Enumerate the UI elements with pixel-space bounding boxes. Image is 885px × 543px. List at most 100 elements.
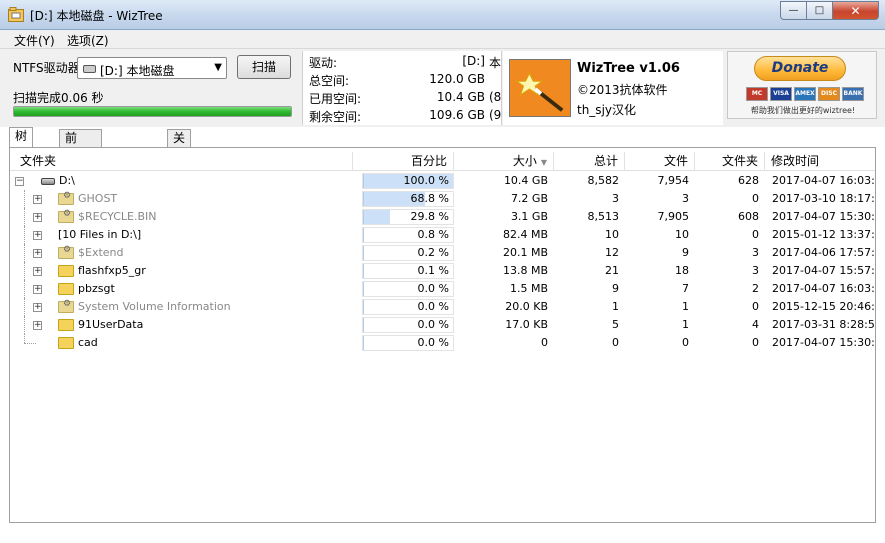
percent-text: 0.2 %	[417, 246, 449, 259]
folder-tree-grid[interactable]: 文件夹 百分比 大小 ▼ 总计 文件 文件夹 修改时间 − D:\ 100.0 % 10…	[9, 148, 876, 523]
percent-text: 0.1 %	[417, 264, 449, 277]
folder-icon	[58, 283, 74, 295]
row-modified: 2017-04-07 16:03:2	[772, 282, 876, 295]
expand-icon[interactable]: +	[33, 249, 42, 258]
row-files: 0	[682, 336, 689, 349]
column-header-folders[interactable]: 文件夹	[695, 152, 765, 171]
collapse-icon[interactable]: −	[15, 177, 24, 186]
info-total-value: 120.0 GB	[429, 72, 485, 86]
percent-text: 68.8 %	[410, 192, 449, 205]
row-files: 1	[682, 318, 689, 331]
row-total: 9	[612, 282, 619, 295]
row-name: $Extend	[78, 246, 124, 259]
row-size: 20.0 KB	[505, 300, 548, 313]
info-drive-extra: 本	[489, 56, 502, 70]
app-name: WizTree v1.06	[577, 61, 680, 76]
row-files: 7	[682, 282, 689, 295]
table-row[interactable]: + GHOST 68.8 % 7.2 GB 3 3 0 2017-03-10 18:17:4	[10, 190, 876, 208]
scan-status: 扫描完成0.06 秒	[13, 91, 104, 105]
percent-text: 29.8 %	[410, 210, 449, 223]
about-panel: WizTree v1.06 ©2013抗体软件 th_sjy汉化	[503, 51, 723, 125]
info-used-key: 已用空间:	[309, 92, 362, 106]
close-button[interactable]: ✕	[833, 1, 879, 20]
table-row[interactable]: + pbzsgt 0.0 % 1.5 MB 9 7 2 2017-04-07 16:03:2	[10, 280, 876, 298]
donate-button[interactable]: Donate	[754, 56, 846, 81]
wizard-wand-logo-icon	[509, 59, 571, 117]
row-total: 10	[605, 228, 619, 241]
menu-file[interactable]: 文件(Y)	[14, 32, 55, 49]
row-folders: 3	[752, 246, 759, 259]
row-size: 82.4 MB	[502, 228, 548, 241]
row-total: 5	[612, 318, 619, 331]
tree-line	[24, 316, 25, 334]
row-percent: 0.0 %	[362, 280, 454, 298]
percent-text: 0.0 %	[417, 300, 449, 313]
payment-card-icon: VISA	[770, 87, 792, 101]
expand-icon[interactable]: +	[33, 321, 42, 330]
column-header-files[interactable]: 文件	[625, 152, 695, 171]
payment-card-icon: BANK	[842, 87, 864, 101]
tree-line	[24, 298, 25, 316]
drive-select[interactable]: [D:] 本地磁盘 ▼	[77, 57, 227, 79]
tree-line	[24, 334, 25, 343]
row-size: 7.2 GB	[510, 192, 548, 205]
column-header-folder[interactable]: 文件夹	[14, 152, 353, 171]
row-modified: 2017-04-07 16:03:2	[772, 174, 876, 187]
row-folders: 608	[738, 210, 759, 223]
copyright: ©2013抗体软件	[577, 83, 668, 97]
column-header-total[interactable]: 总计	[554, 152, 625, 171]
dropdown-arrow-icon[interactable]: ▼	[214, 62, 222, 73]
expand-icon[interactable]: +	[33, 195, 42, 204]
expand-icon[interactable]: +	[33, 213, 42, 222]
expand-icon[interactable]: +	[33, 285, 42, 294]
table-row[interactable]: +91UserData 0.0 % 17.0 KB 5 1 4 2017-03-31 8:2…	[10, 316, 875, 334]
row-modified: 2017-04-07 15:57:5	[772, 264, 876, 277]
column-header-size-label: 大小	[512, 154, 537, 168]
row-size: 20.1 MB	[502, 246, 548, 259]
menu-options[interactable]: 选项(Z)	[67, 32, 109, 49]
drive-info-panel: 驱动: [D:] 本 总空间: 120.0 GB 已用空间: 10.4 GB (…	[302, 51, 502, 125]
maximize-button[interactable]: □	[807, 1, 833, 20]
expand-icon[interactable]: +	[33, 231, 42, 240]
row-size: 17.0 KB	[505, 318, 548, 331]
info-drive-value: [D:]	[462, 54, 485, 68]
table-row[interactable]: + System Volume Information 0.0 % 20.0 KB 1 1…	[10, 298, 875, 316]
row-files: 7,905	[657, 210, 690, 223]
folder-icon	[58, 337, 74, 349]
info-total-row: 总空间: 120.0 GB	[309, 72, 501, 90]
scan-progress-bar	[13, 106, 292, 117]
tab-tree-view[interactable]: 树视图	[9, 127, 34, 177]
row-modified: 2017-04-07 15:30:1	[772, 210, 876, 223]
row-files: 7,954	[657, 174, 690, 187]
tree-line	[24, 280, 25, 298]
table-row[interactable]: + [10 Files in D:\] 0.8 % 82.4 MB 10 10 0 2015-…	[10, 226, 875, 244]
tree-line	[24, 226, 25, 244]
column-header-modified[interactable]: 修改时间	[765, 152, 875, 171]
expand-icon[interactable]: +	[33, 303, 42, 312]
table-row[interactable]: + $RECYCLE.BIN 29.8 % 3.1 GB 8,513 7,905 608 20…	[10, 208, 876, 226]
tab-top-1000-files[interactable]: 前1000个最大文件	[59, 129, 102, 213]
donate-panel[interactable]: Donate MC VISA AMEX DISC BANK 帮助我们做出更好的wiztr…	[727, 51, 877, 119]
row-name: flashfxp5_gr	[78, 264, 146, 277]
scan-button[interactable]: 扫描	[237, 55, 291, 79]
column-header-percent[interactable]: 百分比	[353, 152, 454, 171]
title-bar: [D:] 本地磁盘 - WizTree — □ ✕	[0, 0, 885, 30]
row-folders: 0	[752, 336, 759, 349]
table-row[interactable]: cad 0.0 % 0 0 0 0 2017-04-07 15:30:1	[10, 334, 875, 352]
expand-icon[interactable]: +	[33, 267, 42, 276]
row-modified: 2017-03-10 18:17:4	[772, 192, 876, 205]
row-total: 8,582	[587, 174, 620, 187]
table-row[interactable]: + $Extend 0.2 % 20.1 MB 12 9 3 2017-04-06 17:57…	[10, 244, 875, 262]
toolbar: NTFS驱动器: [D:] 本地磁盘 ▼ 扫描 扫描完成0.06 秒 驱动: […	[0, 49, 885, 127]
column-header-size[interactable]: 大小 ▼	[454, 152, 554, 171]
row-percent: 29.8 %	[362, 208, 454, 226]
payment-card-icon: MC	[746, 87, 768, 101]
tab-about[interactable]: 关于	[167, 129, 192, 162]
row-percent: 0.0 %	[362, 316, 454, 334]
table-row[interactable]: + flashfxp5_gr 0.1 % 13.8 MB 21 18 3 2017-04-07…	[10, 262, 876, 280]
row-percent: 100.0 %	[362, 172, 454, 190]
minimize-button[interactable]: —	[780, 1, 807, 20]
tree-line	[24, 262, 25, 280]
row-size: 13.8 MB	[502, 264, 548, 277]
table-row[interactable]: − D:\ 100.0 % 10.4 GB 8,582 7,954 628 2017-04-0…	[10, 172, 876, 190]
